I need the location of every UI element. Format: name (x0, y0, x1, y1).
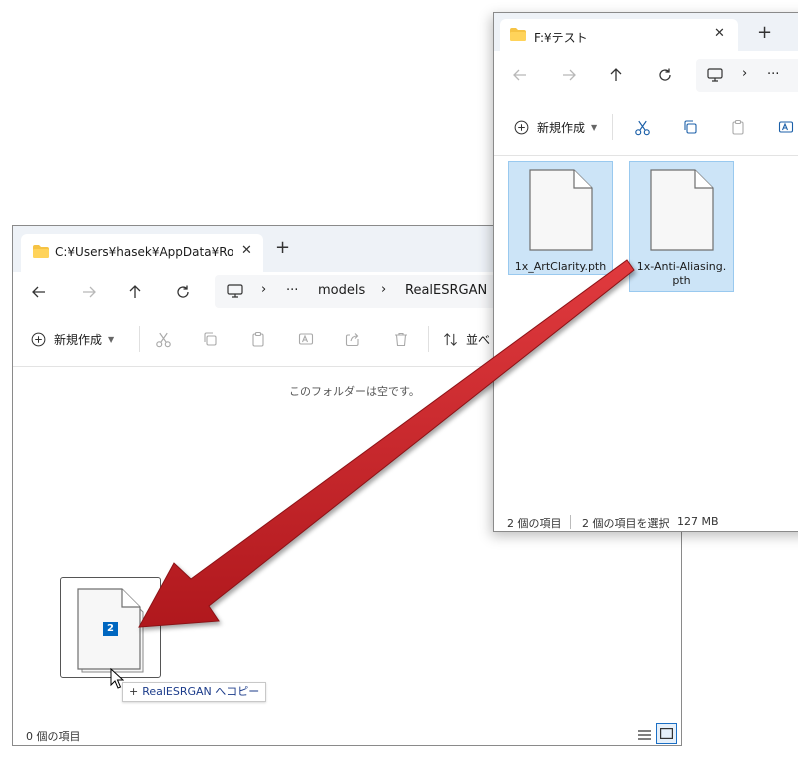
arrow-shape (138, 259, 635, 628)
annotation-arrow (138, 259, 635, 628)
